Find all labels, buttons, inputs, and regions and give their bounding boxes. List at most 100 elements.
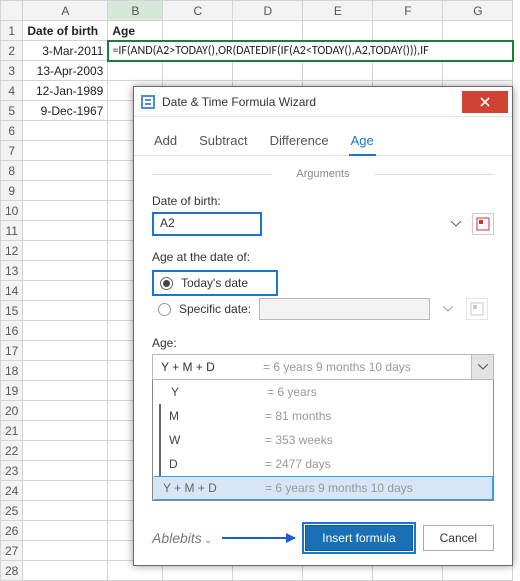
cell[interactable] [23,341,108,361]
cell-A4[interactable]: 12-Jan-1989 [23,81,108,101]
cell[interactable] [23,201,108,221]
cell[interactable] [108,61,163,81]
row-header[interactable]: 19 [1,381,23,401]
dob-dropdown[interactable] [446,212,466,236]
row-header[interactable]: 21 [1,421,23,441]
row-header[interactable]: 11 [1,221,23,241]
tab-subtract[interactable]: Subtract [197,127,249,155]
cell[interactable] [23,401,108,421]
row-header[interactable]: 2 [1,41,23,61]
select-all-corner[interactable] [1,1,23,21]
cell[interactable] [23,301,108,321]
insert-formula-button[interactable]: Insert formula [305,525,412,551]
col-header-B[interactable]: B [108,1,163,21]
row-header[interactable]: 1 [1,21,23,41]
cell-A1[interactable]: Date of birth [23,21,108,41]
tab-age[interactable]: Age [349,127,376,156]
cell[interactable] [303,61,373,81]
cell[interactable] [163,61,233,81]
cell[interactable] [443,61,513,81]
option-m[interactable]: M = 81 months [159,404,493,428]
cell[interactable] [23,501,108,521]
cell[interactable] [23,261,108,281]
cell[interactable] [373,61,443,81]
cell[interactable] [23,381,108,401]
cell[interactable] [23,541,108,561]
cell[interactable] [23,281,108,301]
row-header[interactable]: 7 [1,141,23,161]
row-header[interactable]: 16 [1,321,23,341]
row-header[interactable]: 12 [1,241,23,261]
row-header[interactable]: 14 [1,281,23,301]
cell[interactable] [303,21,373,41]
dob-range-picker[interactable] [472,213,494,235]
row-header[interactable]: 20 [1,401,23,421]
option-w[interactable]: W = 353 weeks [159,428,493,452]
row-header[interactable]: 23 [1,461,23,481]
row-header[interactable]: 3 [1,61,23,81]
cell[interactable] [23,221,108,241]
specific-date-input[interactable] [259,298,430,320]
cell[interactable] [163,21,233,41]
cell-A5[interactable]: 9-Dec-1967 [23,101,108,121]
specific-date-dropdown[interactable] [438,297,458,321]
cell[interactable] [23,241,108,261]
cell[interactable] [373,21,443,41]
cell[interactable] [23,441,108,461]
cell[interactable] [23,321,108,341]
row-header[interactable]: 8 [1,161,23,181]
row-header[interactable]: 9 [1,181,23,201]
row-header[interactable]: 10 [1,201,23,221]
cell[interactable] [23,161,108,181]
option-example: = 353 weeks [265,433,493,447]
row-header[interactable]: 27 [1,541,23,561]
titlebar[interactable]: Date & Time Formula Wizard [134,87,512,117]
cell-B2-active[interactable]: =IF(AND(A2>TODAY(),OR(DATEDIF(IF(A2<TODA… [108,41,513,61]
cell[interactable] [23,141,108,161]
row-header[interactable]: 5 [1,101,23,121]
col-header-G[interactable]: G [443,1,513,21]
cell[interactable] [23,521,108,541]
col-header-A[interactable]: A [23,1,108,21]
cell-B1[interactable]: Age [108,21,163,41]
age-format-dropdown-button[interactable] [471,355,493,379]
cell[interactable] [233,61,303,81]
age-format-select[interactable]: Y + M + D = 6 years 9 months 10 days [152,354,494,380]
row-header[interactable]: 26 [1,521,23,541]
cell[interactable] [23,481,108,501]
row-header[interactable]: 4 [1,81,23,101]
option-y[interactable]: Y = 6 years [153,380,493,404]
row-header[interactable]: 15 [1,301,23,321]
col-header-D[interactable]: D [233,1,303,21]
option-ymd[interactable]: Y + M + D = 6 years 9 months 10 days [153,476,493,500]
cell[interactable] [23,181,108,201]
col-header-E[interactable]: E [303,1,373,21]
row-header[interactable]: 25 [1,501,23,521]
brand-label[interactable]: Ablebits⌄ [152,530,212,546]
cell[interactable] [233,21,303,41]
cancel-button[interactable]: Cancel [423,525,494,551]
cell[interactable] [23,361,108,381]
cell-A2[interactable]: 3-Mar-2011 [23,41,108,61]
tab-add[interactable]: Add [152,127,179,155]
dob-input[interactable]: A2 [152,212,262,236]
radio-specific[interactable]: Specific date: [152,296,494,322]
row-header[interactable]: 6 [1,121,23,141]
specific-date-range-picker[interactable] [466,298,488,320]
row-header[interactable]: 13 [1,261,23,281]
tab-difference[interactable]: Difference [268,127,331,155]
close-button[interactable] [462,91,508,113]
option-d[interactable]: D = 2477 days [159,452,493,476]
cell[interactable] [443,21,513,41]
row-header[interactable]: 22 [1,441,23,461]
row-header[interactable]: 18 [1,361,23,381]
radio-today[interactable]: Today's date [152,270,278,296]
col-header-F[interactable]: F [373,1,443,21]
cell[interactable] [23,421,108,441]
cell-A3[interactable]: 13-Apr-2003 [23,61,108,81]
row-header[interactable]: 24 [1,481,23,501]
cell[interactable] [23,121,108,141]
cell[interactable] [23,461,108,481]
row-header[interactable]: 17 [1,341,23,361]
col-header-C[interactable]: C [163,1,233,21]
